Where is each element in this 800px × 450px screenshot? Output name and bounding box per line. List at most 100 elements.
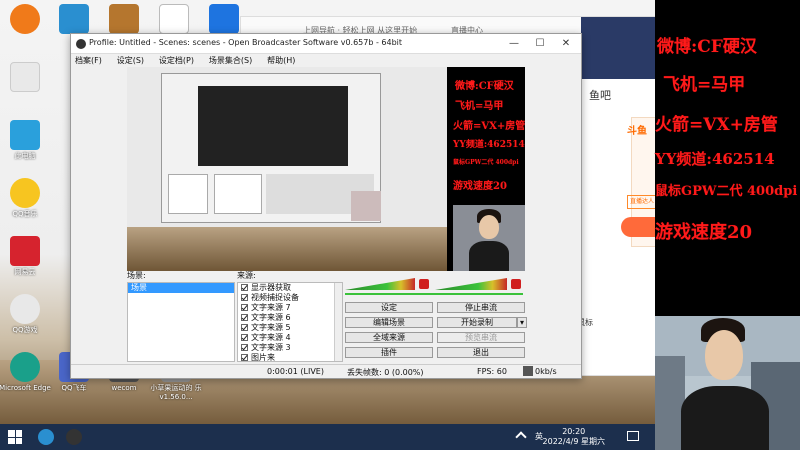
- app-icon: [10, 4, 40, 34]
- fps-readout: FPS: 60: [477, 367, 507, 376]
- menu-scene-collection[interactable]: 场景集合(S): [209, 56, 252, 65]
- desktop-icon-qq-game[interactable]: QQ游戏: [0, 294, 53, 335]
- clock[interactable]: 20:20 2022/4/9 星期六: [543, 427, 605, 447]
- nested-sources: [214, 174, 262, 214]
- overlay-line-speed: 游戏速度20: [655, 222, 753, 243]
- desktop-icon-6[interactable]: [0, 62, 53, 94]
- overlay-line-weibo: 微博:CF硬汉: [657, 37, 757, 57]
- stop-stream-button[interactable]: 停止串流: [437, 302, 525, 313]
- checkbox[interactable]: [241, 304, 248, 311]
- status-bar: 0:00:01 (LIVE) 丢失帧数: 0 (0.00%) FPS: 60 0…: [71, 364, 581, 378]
- menu-profile[interactable]: 设定档(P): [159, 56, 194, 65]
- checkbox[interactable]: [241, 284, 248, 291]
- computer-icon: [10, 120, 40, 150]
- settings-button[interactable]: 设定: [345, 302, 433, 313]
- dropped-frames: 丢失帧数: 0 (0.00%): [347, 368, 424, 377]
- desktop-icon-4[interactable]: [146, 4, 202, 36]
- stream-preview[interactable]: 微博:CF硬汉 飞机=马甲 火箭=VX+房管 YY频道:462514 鼠标GPW…: [127, 67, 525, 271]
- checkbox[interactable]: [241, 354, 248, 361]
- nested-scenes: [168, 174, 208, 214]
- checkbox[interactable]: [241, 314, 248, 321]
- sources-scrollbar[interactable]: [334, 283, 342, 361]
- nested-desktop-capture: [127, 67, 447, 271]
- source-item-2[interactable]: 视频捕捉设备: [238, 293, 342, 303]
- global-sources-button[interactable]: 全域来源: [345, 332, 433, 343]
- checkbox[interactable]: [241, 334, 248, 341]
- app-icon: [209, 4, 239, 34]
- minimize-icon[interactable]: —: [501, 36, 527, 52]
- window-title: Profile: Untitled - Scenes: scenes - Ope…: [89, 38, 403, 47]
- edge-icon: [10, 352, 40, 382]
- desktop-icon-netease[interactable]: 网易云: [0, 236, 53, 277]
- sources-list[interactable]: 显示器获取 视频捕捉设备 文字来源 7 文字来源 6 文字来源 5 文字来源 4…: [237, 282, 343, 362]
- plugins-button[interactable]: 插件: [345, 347, 433, 358]
- start-button[interactable]: [8, 430, 22, 444]
- exit-button[interactable]: 退出: [437, 347, 525, 358]
- desktop-icon-this-pc[interactable]: 此电脑: [0, 120, 53, 161]
- mic-volume-meter[interactable]: [345, 278, 415, 290]
- title-bar[interactable]: Profile: Untitled - Scenes: scenes - Ope…: [71, 34, 581, 54]
- side-panel-button[interactable]: 直播达人榜: [627, 195, 655, 209]
- edit-scene-button[interactable]: 编辑场景: [345, 317, 433, 328]
- scenes-list[interactable]: 场景: [127, 282, 235, 362]
- streamer-face: [705, 330, 743, 380]
- document-icon: [10, 62, 40, 92]
- browser-nav-item[interactable]: 鱼吧: [589, 87, 611, 103]
- file-icon: [159, 4, 189, 34]
- source-item-6[interactable]: 文字来源 4: [238, 333, 342, 343]
- bitrate: 0kb/s: [535, 367, 557, 376]
- network-icon: [59, 4, 89, 34]
- checkbox[interactable]: [241, 324, 248, 331]
- preview-overlay-line-1: 微博:CF硬汉: [455, 81, 514, 92]
- image-icon: [109, 4, 139, 34]
- bitrate-indicator: [523, 366, 533, 376]
- chevron-down-icon[interactable]: ▾: [517, 317, 527, 328]
- menu-settings[interactable]: 设定(S): [117, 56, 144, 65]
- source-item-5[interactable]: 文字来源 5: [238, 323, 342, 333]
- obs-logo-icon: [76, 39, 86, 49]
- floating-badge[interactable]: [621, 217, 655, 237]
- close-icon[interactable]: ✕: [553, 36, 579, 52]
- microphone-icon[interactable]: [419, 279, 429, 289]
- maximize-icon[interactable]: ☐: [527, 36, 553, 52]
- scene-item[interactable]: 场景: [128, 283, 234, 293]
- desktop-volume-meter[interactable]: [435, 278, 507, 290]
- start-recording-button[interactable]: 开始录制: [437, 317, 517, 328]
- nested-webcam: [351, 191, 381, 221]
- source-item-4[interactable]: 文字来源 6: [238, 313, 342, 323]
- scenes-label: 场景:: [127, 271, 146, 280]
- side-panel-logo: 斗鱼: [627, 126, 647, 137]
- preview-stream-button[interactable]: 预览串流: [437, 332, 525, 343]
- menu-help[interactable]: 帮助(H): [267, 56, 295, 65]
- desktop-icon-5[interactable]: [196, 4, 252, 36]
- obs-window[interactable]: Profile: Untitled - Scenes: scenes - Ope…: [70, 33, 582, 379]
- notification-icon[interactable]: [627, 431, 639, 441]
- checkbox[interactable]: [241, 344, 248, 351]
- overlay-line-mouse: 鼠标GPW二代 400dpi: [655, 184, 798, 199]
- preview-overlay-panel: 微博:CF硬汉 飞机=马甲 火箭=VX+房管 YY频道:462514 鼠标GPW…: [453, 67, 525, 205]
- desktop-icon-3[interactable]: [96, 4, 152, 36]
- overlay-line-rocket: 火箭=VX+房管: [655, 115, 778, 135]
- overlay-line-yy: YY频道:462514: [655, 150, 775, 168]
- nested-preview: [198, 86, 348, 166]
- desktop-icon-qq-music[interactable]: QQ音乐: [0, 178, 53, 219]
- qq-game-icon: [10, 294, 40, 324]
- clock-date: 2022/4/9 星期六: [542, 437, 605, 446]
- source-item-8[interactable]: 图片来: [238, 353, 342, 361]
- source-item-3[interactable]: 文字来源 7: [238, 303, 342, 313]
- source-item-1[interactable]: 显示器获取: [238, 283, 342, 293]
- clock-time: 20:20: [562, 427, 586, 436]
- netease-music-icon: [10, 236, 40, 266]
- preview-overlay-line-3: 火箭=VX+房管: [453, 121, 525, 132]
- source-item-7[interactable]: 文字来源 3: [238, 343, 342, 353]
- checkbox[interactable]: [241, 294, 248, 301]
- menu-file[interactable]: 档案(F): [75, 56, 102, 65]
- nested-obs-window: [161, 73, 381, 223]
- chevron-up-icon[interactable]: [515, 431, 527, 443]
- preview-overlay-line-4: YY频道:462514: [453, 140, 525, 150]
- speaker-icon[interactable]: [511, 279, 521, 289]
- desktop-icon-2[interactable]: [46, 4, 102, 36]
- search-icon[interactable]: [38, 429, 54, 445]
- obs-taskbar-icon[interactable]: [66, 429, 82, 445]
- overlay-line-plane: 飞机=马甲: [663, 75, 746, 95]
